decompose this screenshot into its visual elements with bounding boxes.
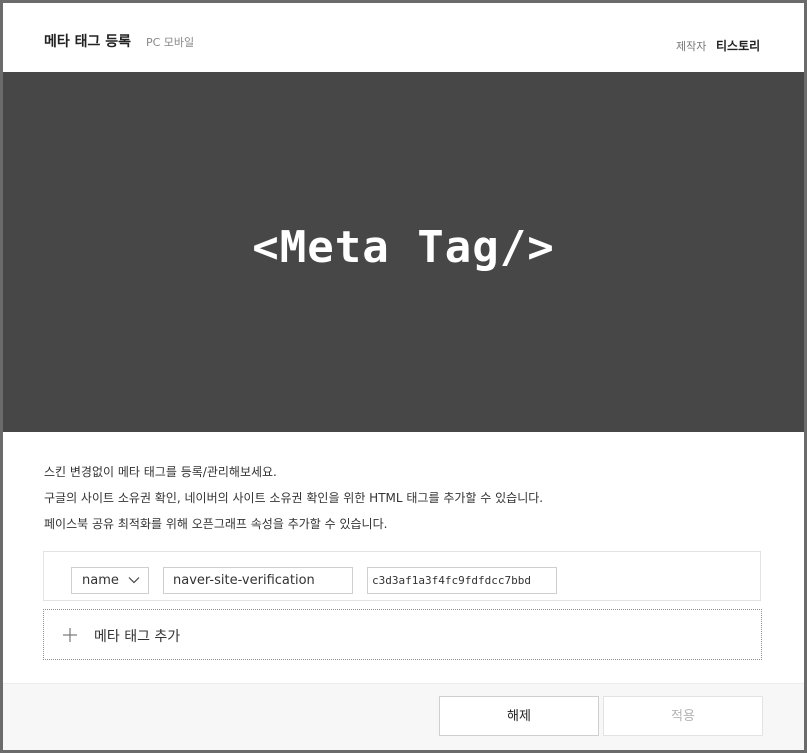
maker-label: 제작자 bbox=[676, 40, 707, 53]
description: 스킨 변경없이 메타 태그를 등록/관리해보세요. 구글의 사이트 소유권 확인… bbox=[44, 459, 543, 537]
release-button[interactable]: 해제 bbox=[439, 696, 599, 736]
banner-text: <Meta Tag/> bbox=[252, 222, 555, 273]
dialog-title: 메타 태그 등록 bbox=[44, 34, 132, 50]
dialog-footer: 해제 적용 bbox=[3, 683, 804, 750]
description-line: 페이스북 공유 최적화를 위해 오픈그래프 속성을 추가할 수 있습니다. bbox=[44, 517, 388, 531]
maker-value: 티스토리 bbox=[716, 39, 761, 53]
dialog-header: 메타 태그 등록 PC 모바일 제작자 티스토리 bbox=[3, 3, 804, 72]
description-line: 구글의 사이트 소유권 확인, 네이버의 사이트 소유권 확인을 위한 HTML… bbox=[44, 491, 544, 505]
meta-tag-row: name bbox=[43, 551, 761, 601]
description-line: 스킨 변경없이 메타 태그를 등록/관리해보세요. bbox=[44, 465, 277, 479]
attribute-select[interactable]: name bbox=[71, 567, 149, 594]
plus-icon bbox=[63, 628, 77, 642]
meta-key-input[interactable] bbox=[163, 567, 353, 594]
banner-image: <Meta Tag/> bbox=[3, 72, 804, 432]
meta-tag-dialog: 메타 태그 등록 PC 모바일 제작자 티스토리 <Meta Tag/> 스킨 … bbox=[3, 3, 804, 750]
meta-content-input[interactable] bbox=[367, 567, 557, 594]
chevron-down-icon bbox=[128, 577, 140, 584]
add-meta-tag-button[interactable]: 메타 태그 추가 bbox=[43, 609, 762, 660]
apply-button[interactable]: 적용 bbox=[603, 696, 763, 736]
platform-subtitle: PC 모바일 bbox=[146, 36, 195, 49]
attribute-select-value: name bbox=[82, 573, 119, 588]
add-meta-tag-label: 메타 태그 추가 bbox=[94, 629, 181, 645]
